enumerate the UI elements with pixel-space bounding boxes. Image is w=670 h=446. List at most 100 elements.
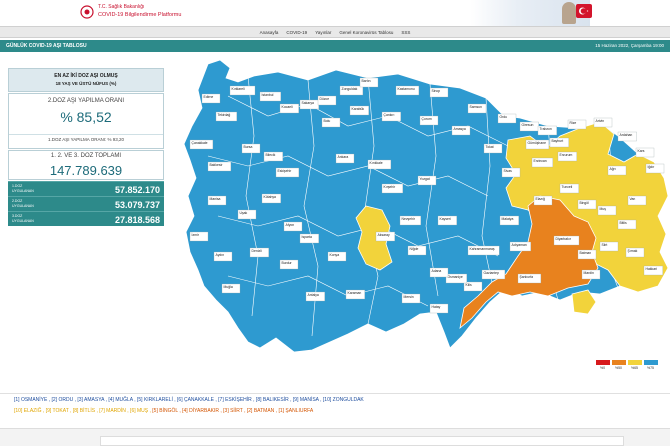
province-label[interactable]: Gaziantep xyxy=(481,269,506,280)
province-label-text: Batman xyxy=(580,251,592,255)
province-label[interactable]: Trabzon xyxy=(537,125,557,136)
province-label-text: Afyon xyxy=(286,223,295,227)
province-label[interactable]: Ağrı xyxy=(607,165,627,176)
province-label[interactable]: Batman xyxy=(577,249,597,260)
province-label[interactable]: Elazığ xyxy=(533,195,553,206)
nav-genel-tablo[interactable]: Genel Koronavirüs Tablosu xyxy=(339,30,393,35)
province-label[interactable]: Burdur xyxy=(279,259,299,270)
province-label[interactable]: Gümüşhane xyxy=(525,139,550,150)
province-label[interactable]: Düzce xyxy=(317,95,337,106)
province-label[interactable]: Tokat xyxy=(483,143,503,154)
bottom-ranking-orange: [5] BİNGÖL , [4] DİYARBAKIR , [3] SİİRT … xyxy=(152,408,314,414)
dose-3-label: 3.DOZ xyxy=(12,214,23,218)
legend-label-0: %0 xyxy=(600,366,606,370)
province-label[interactable]: Manisa xyxy=(207,195,227,206)
province-label[interactable]: Afyon xyxy=(283,221,303,232)
province-label[interactable]: Kilis xyxy=(463,281,483,292)
province-label[interactable]: Kırşehir xyxy=(381,183,403,194)
province-label[interactable]: Kocaeli xyxy=(279,103,299,114)
province-label[interactable]: Giresun xyxy=(519,121,539,132)
province-label-text: Iğdır xyxy=(648,165,656,169)
province-label[interactable]: Çorum xyxy=(419,115,439,126)
province-label[interactable]: Nevşehir xyxy=(399,215,421,226)
province-label[interactable]: Aksaray xyxy=(375,231,395,242)
province-label[interactable]: Erzurum xyxy=(557,151,577,162)
province-label[interactable]: Çanakkale xyxy=(189,139,214,150)
province-label[interactable]: Malatya xyxy=(499,215,519,226)
province-label[interactable]: Kırklareli xyxy=(229,85,256,96)
province-label[interactable]: Osmaniye xyxy=(445,273,467,284)
province-label[interactable]: Karabük xyxy=(349,105,369,116)
province-label[interactable]: Amasya xyxy=(451,125,471,136)
province-label[interactable]: Hakkari xyxy=(643,265,663,276)
province-label[interactable]: Bartın xyxy=(359,77,379,88)
province-label[interactable]: Siirt xyxy=(599,241,619,252)
province-label[interactable]: Denizli xyxy=(249,247,269,258)
province-label[interactable]: Kırıkkale xyxy=(367,159,392,170)
province-label[interactable]: Kars xyxy=(635,147,655,158)
province-label[interactable]: Sakarya xyxy=(299,99,319,110)
province-label[interactable]: Bayburt xyxy=(549,137,569,148)
province-label[interactable]: İzmir xyxy=(189,231,209,242)
nav-anasayfa[interactable]: Anasayfa xyxy=(260,30,279,35)
province-label[interactable]: Hatay xyxy=(429,303,449,314)
province-label[interactable]: Diyarbakır xyxy=(553,235,580,246)
province-label[interactable]: Kayseri xyxy=(437,215,457,226)
province-label[interactable]: Sivas xyxy=(501,167,521,178)
province-label[interactable]: Aydın xyxy=(213,251,233,262)
province-label[interactable]: Karaman xyxy=(345,289,365,300)
province-label[interactable]: Tekirdağ xyxy=(215,111,237,122)
province-label[interactable]: Van xyxy=(627,195,647,206)
province-label[interactable]: Kastamonu xyxy=(395,85,420,96)
province-label[interactable]: Samsun xyxy=(467,103,487,114)
province-label[interactable]: Bolu xyxy=(321,117,341,128)
province-label[interactable]: Ankara xyxy=(335,153,355,164)
province-label[interactable]: Kahramanmaraş xyxy=(467,245,500,256)
nav-covid19[interactable]: COVID-19 xyxy=(286,30,307,35)
province-label[interactable]: Erzincan xyxy=(531,157,553,168)
province-label-text: Gaziantep xyxy=(484,271,500,275)
province-label[interactable]: Bingöl xyxy=(577,199,597,210)
ranking-notes: [1] OSMANİYE , [2] ORDU , [3] AMASYA , [… xyxy=(0,393,670,421)
dose-row-1: 1.DOZ UYGULANAN 57.852.170 xyxy=(8,181,164,196)
province-label[interactable]: Zonguldak xyxy=(339,85,364,96)
province-label[interactable]: Çankırı xyxy=(381,111,401,122)
province-label[interactable]: Muğla xyxy=(221,283,241,294)
heading-line1: EN AZ İKİ DOZ AŞI OLMUŞ xyxy=(54,73,118,79)
province-label[interactable]: Artvin xyxy=(593,117,613,128)
heading-line2: 18 YAŞ VE ÜSTÜ NÜFUS (%) xyxy=(55,81,117,86)
province-label[interactable]: Yozgat xyxy=(417,175,437,186)
province-label[interactable]: Eskişehir xyxy=(275,167,300,178)
province-label-text: Çorum xyxy=(422,117,432,121)
province-label[interactable]: İstanbul xyxy=(259,91,281,102)
province-label[interactable]: Adana xyxy=(429,267,449,278)
nav-yayinlar[interactable]: Yayınlar xyxy=(315,30,331,35)
province-label[interactable]: Iğdır xyxy=(645,163,665,174)
province-label-text: Kocaeli xyxy=(282,105,293,109)
province-label[interactable]: Şırnak xyxy=(625,247,645,258)
province-label[interactable]: Tunceli xyxy=(559,183,579,194)
province-label[interactable]: Ordu xyxy=(497,113,517,124)
province-label[interactable]: Bursa xyxy=(241,143,261,154)
province-label[interactable]: Antalya xyxy=(305,291,325,302)
province-label[interactable]: Mardin xyxy=(581,269,601,280)
province-label[interactable]: Şanlıurfa xyxy=(517,273,542,284)
province-label[interactable]: Bitlis xyxy=(617,219,637,230)
province-label[interactable]: Muş xyxy=(597,205,617,216)
province-label[interactable]: Balıkesir xyxy=(207,161,232,172)
province-label-text: Kars xyxy=(638,149,645,153)
province-label[interactable]: Edirne xyxy=(201,93,221,104)
province-label[interactable]: Kütahya xyxy=(261,193,281,204)
province-label[interactable]: Adıyaman xyxy=(509,241,531,252)
province-label[interactable]: Mersin xyxy=(401,293,421,304)
province-label[interactable]: Konya xyxy=(327,251,347,262)
province-label[interactable]: Rize xyxy=(567,119,587,130)
province-label-text: Isparta xyxy=(302,235,312,239)
province-label[interactable]: Bilecik xyxy=(263,151,283,162)
province-label[interactable]: Uşak xyxy=(237,209,257,220)
province-label[interactable]: Isparta xyxy=(299,233,319,244)
province-label[interactable]: Sinop xyxy=(429,87,449,98)
province-label[interactable]: Ardahan xyxy=(617,131,637,142)
nav-sss[interactable]: SSS xyxy=(401,30,410,35)
province-label[interactable]: Niğde xyxy=(407,245,427,256)
